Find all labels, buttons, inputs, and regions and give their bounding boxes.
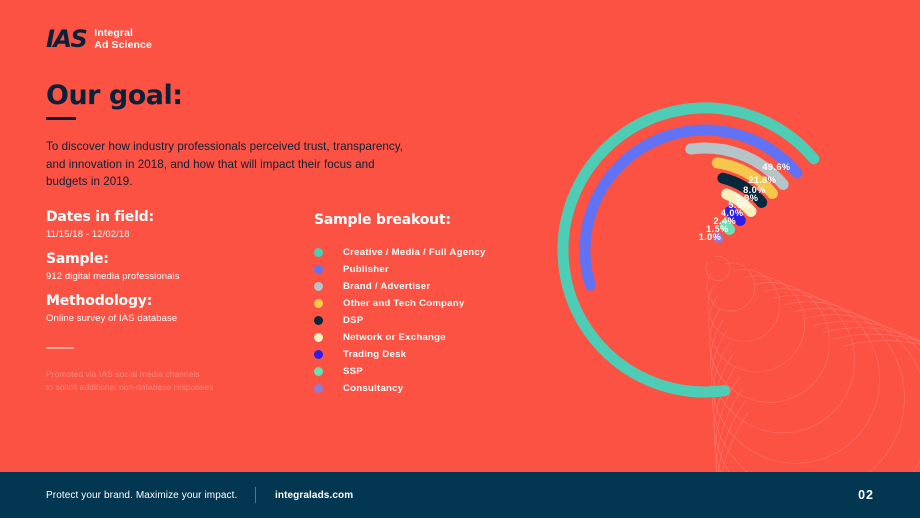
legend-item-label: Other and Tech Company <box>343 298 465 309</box>
legend-item[interactable]: Trading Desk <box>314 346 486 363</box>
chart-value-label: 49.6% <box>746 162 790 172</box>
legend-item[interactable]: Other and Tech Company <box>314 295 486 312</box>
footnote: Promoted via IAS social media channels t… <box>46 368 296 395</box>
legend-item-label: Creative / Media / Full Agency <box>343 247 486 258</box>
logo-word-line2: Ad Science <box>94 39 152 51</box>
legend-item[interactable]: Consultancy <box>314 380 486 397</box>
legend-item-label: Publisher <box>343 264 389 275</box>
title-underline <box>46 117 76 120</box>
legend-color-swatch <box>314 299 323 308</box>
logo-word-line1: Integral <box>94 27 133 39</box>
legend-color-swatch <box>314 333 323 342</box>
goal-description: To discover how industry professionals p… <box>46 138 406 191</box>
meta-sample-value: 912 digital media professionals <box>46 270 296 283</box>
legend-color-swatch <box>314 350 323 359</box>
legend-color-swatch <box>314 367 323 376</box>
footnote-divider <box>46 347 74 349</box>
page-number: 02 <box>858 488 874 502</box>
legend-item-label: Network or Exchange <box>343 332 446 343</box>
legend-item-label: Consultancy <box>343 383 403 394</box>
footer-tagline: Protect your brand. Maximize your impact… <box>46 490 237 501</box>
legend-item[interactable]: Publisher <box>314 261 486 278</box>
legend-color-swatch <box>314 265 323 274</box>
legend-item[interactable]: SSP <box>314 363 486 380</box>
meta-methodology-value: Online survey of IAS database <box>46 312 296 325</box>
meta-dates-in-field: Dates in field: 11/15/18 - 12/02/18 <box>46 209 296 241</box>
legend-item-label: Brand / Advertiser <box>343 281 430 292</box>
legend-color-swatch <box>314 248 323 257</box>
chart-guide-ring <box>709 276 805 372</box>
chart-value-label: 8.0% <box>722 185 766 195</box>
legend-item[interactable]: Creative / Media / Full Agency <box>314 244 486 261</box>
slide-canvas: IAS Integral Ad Science Our goal: To dis… <box>0 0 920 518</box>
chart-guide-ring <box>712 295 880 463</box>
meta-methodology: Methodology: Online survey of IAS databa… <box>46 293 296 325</box>
legend-item-label: DSP <box>343 315 363 326</box>
chart-svg <box>520 60 920 440</box>
legend-heading: Sample breakout: <box>314 212 486 228</box>
legend-item-label: Trading Desk <box>343 349 406 360</box>
ias-logo: IAS Integral Ad Science <box>46 27 152 52</box>
legend-item[interactable]: Network or Exchange <box>314 329 486 346</box>
legend-item[interactable]: DSP <box>314 312 486 329</box>
slide-footer: Protect your brand. Maximize your impact… <box>0 472 920 518</box>
logo-mark: IAS <box>46 27 86 51</box>
chart-guide-ring <box>706 256 730 280</box>
meta-dates-heading: Dates in field: <box>46 209 296 225</box>
footer-separator <box>255 487 256 503</box>
footnote-line-2: to solicit additional non-database respo… <box>46 382 213 392</box>
legend-color-swatch <box>314 384 323 393</box>
chart-guide-ring <box>711 289 855 433</box>
meta-methodology-heading: Methodology: <box>46 293 296 309</box>
legend-color-swatch <box>314 316 323 325</box>
meta-dates-value: 11/15/18 - 12/02/18 <box>46 228 296 241</box>
radial-bar-chart: 1.0%1.5%2.4%4.0%5.0%5.9%8.0%21.8%49.6% <box>520 60 920 440</box>
legend-item-label: SSP <box>343 366 363 377</box>
chart-guide-ring <box>710 282 830 402</box>
footer-website[interactable]: integralads.com <box>275 490 353 501</box>
meta-sample-heading: Sample: <box>46 251 296 267</box>
page-title: Our goal: <box>46 80 183 111</box>
footnote-line-1: Promoted via IAS social media channels <box>46 369 200 379</box>
meta-sample: Sample: 912 digital media professionals <box>46 251 296 283</box>
chart-guide-ring <box>707 263 755 311</box>
legend-item[interactable]: Brand / Advertiser <box>314 278 486 295</box>
chart-legend: Sample breakout: Creative / Media / Full… <box>314 212 486 397</box>
legend-color-swatch <box>314 282 323 291</box>
chart-value-label: 21.8% <box>732 175 776 185</box>
chart-guide-ring <box>712 302 904 494</box>
logo-wordmark: Integral Ad Science <box>94 27 152 52</box>
